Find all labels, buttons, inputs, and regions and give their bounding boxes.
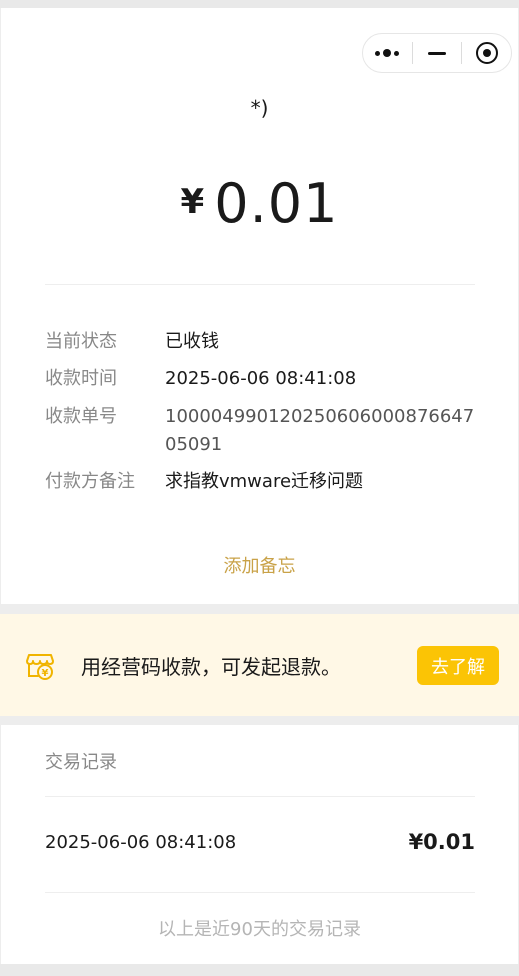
amount-value: 0.01	[214, 172, 339, 235]
detail-label: 收款时间	[45, 368, 117, 389]
learn-more-button[interactable]: 去了解	[417, 646, 499, 685]
currency-symbol: ¥	[180, 182, 205, 222]
bottom-strip	[0, 964, 519, 976]
minimize-button[interactable]	[413, 34, 462, 72]
divider	[45, 284, 475, 285]
detail-value: 2025-06-06 08:41:08	[165, 368, 357, 389]
record-time: 2025-06-06 08:41:08	[45, 831, 237, 853]
detail-label: 收款单号	[45, 406, 117, 427]
target-circle-icon	[475, 42, 498, 64]
amount-display: ¥ 0.01	[0, 174, 519, 234]
top-strip	[0, 0, 519, 8]
more-dots-icon	[375, 49, 400, 57]
merchant-code-banner: ¥ 用经营码收款，可发起退款。 去了解	[0, 614, 519, 716]
close-button[interactable]	[462, 34, 511, 72]
detail-row-remark: 付款方备注 求指教vmware迁移问题	[45, 468, 475, 496]
detail-row-time: 收款时间 2025-06-06 08:41:08	[45, 365, 475, 393]
svg-text:¥: ¥	[42, 668, 49, 679]
records-footer: 以上是近90天的交易记录	[158, 919, 361, 940]
detail-value: 求指教vmware迁移问题	[165, 471, 364, 492]
shop-refund-icon: ¥	[26, 654, 54, 680]
record-amount: ¥0.01	[408, 830, 475, 854]
minimize-icon	[428, 51, 446, 55]
mini-program-capsule	[362, 33, 512, 73]
detail-row-order-no: 收款单号 1000049901202506060008766470​5091	[45, 403, 475, 459]
detail-row-status: 当前状态 已收钱	[45, 328, 475, 356]
detail-value: 已收钱	[165, 331, 219, 352]
more-button[interactable]	[363, 34, 412, 72]
banner-text: 用经营码收款，可发起退款。	[81, 655, 341, 679]
order-number[interactable]: 1000049901202506060008766470​5091	[165, 403, 475, 459]
detail-label: 付款方备注	[45, 471, 135, 492]
records-title: 交易记录	[45, 752, 117, 773]
payer-name: *)	[250, 96, 269, 120]
divider	[45, 892, 475, 893]
detail-label: 当前状态	[45, 331, 117, 352]
add-note-link[interactable]: 添加备忘	[0, 552, 519, 578]
record-row[interactable]: 2025-06-06 08:41:08 ¥0.01	[45, 830, 475, 854]
divider	[45, 796, 475, 797]
